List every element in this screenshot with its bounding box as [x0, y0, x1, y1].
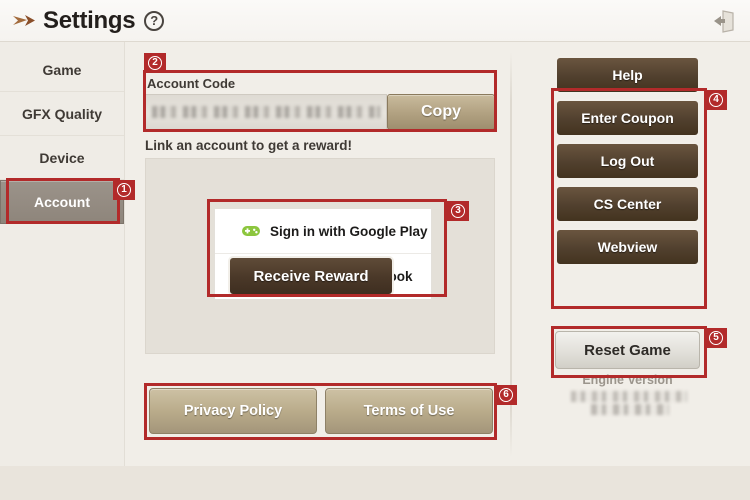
back-chevron-icon[interactable]	[10, 10, 40, 32]
webview-button[interactable]: Webview	[555, 228, 700, 266]
settings-content-panel: Account Code Copy Link an account to get…	[125, 42, 750, 466]
annotation-badge-6: 6	[495, 385, 517, 405]
reset-game-button[interactable]: Reset Game	[555, 331, 700, 369]
sidebar: Game GFX Quality Device Account	[0, 42, 125, 466]
copy-button[interactable]: Copy	[387, 94, 495, 130]
sidebar-item-game[interactable]: Game	[0, 48, 124, 92]
sidebar-item-label: GFX Quality	[21, 105, 103, 122]
annotation-badge-2: 2	[144, 53, 166, 73]
account-code-field[interactable]	[145, 94, 387, 130]
signin-google-play-button[interactable]: Sign in with Google Play	[215, 209, 431, 254]
exit-door-icon[interactable]	[708, 9, 736, 33]
sidebar-item-label: Game	[42, 61, 82, 78]
google-play-games-icon	[241, 224, 261, 238]
privacy-policy-button[interactable]: Privacy Policy	[149, 388, 317, 434]
engine-version-redacted-value-line2	[591, 404, 669, 415]
terms-of-use-button[interactable]: Terms of Use	[325, 388, 493, 434]
annotation-badge-1: 1	[113, 180, 135, 200]
help-button[interactable]: Help	[555, 56, 700, 94]
annotation-badge-3: 3	[447, 201, 469, 221]
signin-label: Sign in with Google Play	[270, 223, 428, 239]
log-out-button[interactable]: Log Out	[555, 142, 700, 180]
settings-shell: Game GFX Quality Device Account Account …	[0, 42, 750, 466]
sidebar-item-device[interactable]: Device	[0, 136, 124, 180]
engine-version-label: Engine Version	[582, 373, 673, 387]
engine-version-redacted-value	[571, 391, 687, 402]
app-header: Settings ?	[0, 0, 750, 42]
page-title: Settings	[43, 6, 136, 34]
receive-reward-button[interactable]: Receive Reward	[228, 256, 394, 296]
link-account-note: Link an account to get a reward!	[145, 138, 353, 153]
annotation-badge-5: 5	[705, 328, 727, 348]
sidebar-item-label: Account	[34, 194, 90, 210]
account-code-row: Copy	[145, 94, 495, 130]
account-code-redacted-value	[152, 106, 380, 118]
sidebar-item-label: Device	[39, 149, 85, 166]
annotation-badge-4: 4	[705, 90, 727, 110]
question-mark-icon[interactable]: ?	[144, 10, 165, 31]
account-code-label: Account Code	[147, 76, 236, 91]
sidebar-item-gfx-quality[interactable]: GFX Quality	[0, 92, 124, 136]
enter-coupon-button[interactable]: Enter Coupon	[555, 99, 700, 137]
sidebar-item-account[interactable]: Account	[0, 180, 124, 224]
cs-center-button[interactable]: CS Center	[555, 185, 700, 223]
